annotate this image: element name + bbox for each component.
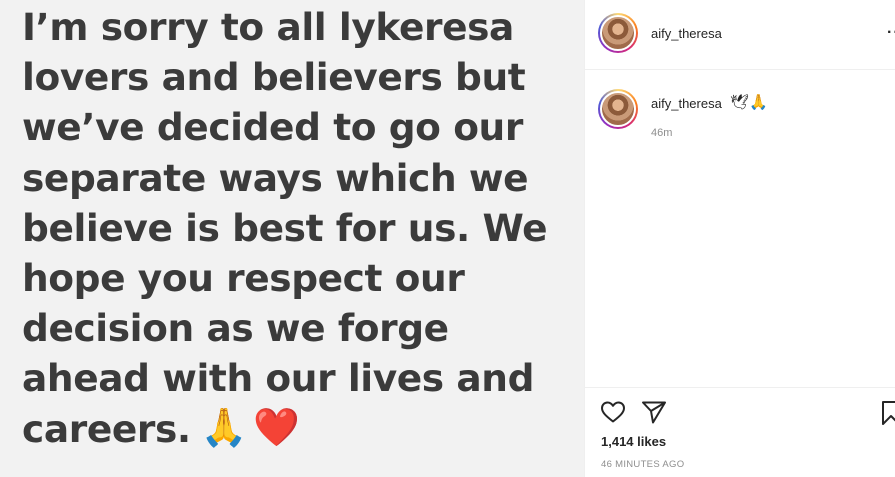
caption-username[interactable]: aify_theresa: [651, 96, 722, 111]
post-timestamp[interactable]: 46 MINUTES AGO: [601, 459, 684, 470]
more-options-icon[interactable]: ··: [887, 24, 895, 42]
paper-plane-icon[interactable]: [641, 400, 667, 424]
post-emojis: 🙏 ❤️: [201, 402, 300, 452]
header-username[interactable]: aify_theresa: [651, 26, 722, 41]
post-statement-text: I’m sorry to all lykeresa lovers and bel…: [22, 2, 582, 456]
post-actions: 1,414 likes 46 MINUTES AGO: [585, 387, 895, 477]
post-image: I’m sorry to all lykeresa lovers and bel…: [0, 0, 584, 477]
heart-icon[interactable]: [600, 400, 626, 424]
caption-avatar[interactable]: [598, 89, 638, 129]
post-side-panel: aify_theresa ·· aify_theresa 🕊🙏 46m 1,41…: [584, 0, 895, 477]
caption-timestamp[interactable]: 46m: [651, 127, 672, 139]
post-statement-body: I’m sorry to all lykeresa lovers and bel…: [22, 5, 548, 451]
caption-emojis: 🕊🙏: [730, 94, 768, 111]
likes-count[interactable]: 1,414 likes: [601, 434, 666, 449]
post-header: aify_theresa ··: [585, 0, 895, 70]
bookmark-icon[interactable]: [881, 400, 895, 426]
avatar[interactable]: [598, 13, 638, 53]
red-heart-emoji: ❤️: [253, 405, 300, 450]
folded-hands-emoji: 🙏: [200, 405, 248, 450]
